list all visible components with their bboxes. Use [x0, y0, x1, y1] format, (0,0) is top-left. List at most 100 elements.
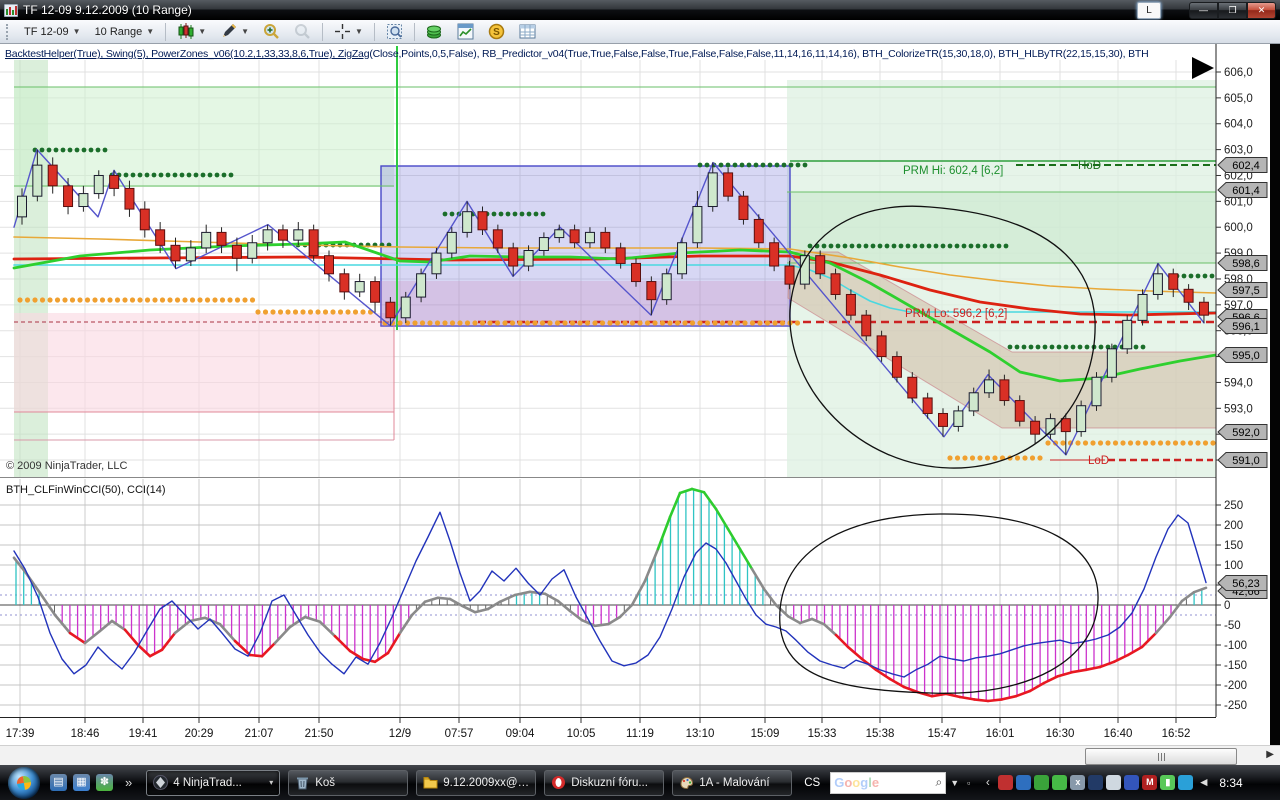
antivirus-icon[interactable] [998, 775, 1013, 790]
support-dots [712, 320, 717, 325]
support-dots [555, 320, 560, 325]
new-chart-button[interactable] [450, 20, 481, 43]
support-dots [205, 297, 210, 302]
support-dots [1120, 440, 1125, 445]
search-icon[interactable]: ⌕ [935, 775, 942, 790]
window-switcher-icon[interactable]: ▦ [73, 774, 90, 791]
resistance-dots [990, 244, 995, 249]
chart-text: -50 [1224, 620, 1241, 632]
chart-text: 07:57 [445, 728, 474, 740]
resistance-dots [726, 163, 731, 168]
account-button[interactable] [419, 20, 450, 43]
resistance-dots [103, 148, 108, 153]
support-dots [197, 297, 202, 302]
chart-text: 15:38 [866, 728, 895, 740]
language-indicator[interactable]: CS [804, 777, 820, 789]
windows-flag-icon [16, 775, 32, 791]
support-dots [1195, 440, 1200, 445]
candle [371, 282, 380, 303]
icq-icon[interactable]: ✽ [96, 774, 113, 791]
resistance-dots [1099, 345, 1104, 350]
close-button[interactable]: ✕ [1247, 2, 1276, 19]
taskbar-button-ninjatrader[interactable]: 4 NinjaTrad...▾ [146, 770, 280, 796]
candle [355, 282, 364, 292]
google-search-box[interactable]: Google ⌕ [830, 772, 946, 794]
zoom-out-button[interactable] [287, 20, 318, 43]
candle [1015, 401, 1024, 422]
mail-icon[interactable] [1124, 775, 1139, 790]
taskbar-button-recycle-bin[interactable]: Koš [288, 770, 408, 796]
drawing-tools-button[interactable]: ▼ [213, 20, 256, 43]
taskbar-button-paint[interactable]: 1A - Malování [672, 770, 792, 796]
language-button[interactable]: L [1137, 2, 1161, 19]
support-dots [235, 297, 240, 302]
resistance-dots [768, 163, 773, 168]
candle [1061, 419, 1070, 432]
globe-icon[interactable] [1088, 775, 1103, 790]
support-dots [70, 297, 75, 302]
support-dots [622, 320, 627, 325]
minimize-button[interactable]: — [1189, 2, 1218, 19]
scrollbar-thumb[interactable] [1085, 748, 1237, 765]
market-analyzer-button[interactable]: S [481, 20, 512, 43]
candle [846, 294, 855, 315]
hide-icons-chevron[interactable]: ‹ [980, 775, 995, 790]
toolbar-expand-chevron[interactable]: » [125, 775, 132, 790]
updater-icon[interactable] [1034, 775, 1049, 790]
support-dots [457, 320, 462, 325]
show-desktop-icon[interactable]: ▤ [50, 774, 67, 791]
candle [232, 245, 241, 258]
candle [908, 377, 917, 398]
chart-text: 15:47 [928, 728, 957, 740]
scrollbar-right-arrow[interactable]: ▶ [1266, 749, 1274, 760]
x-app-icon[interactable]: x [1070, 775, 1085, 790]
support-dots [600, 320, 605, 325]
period-selector[interactable]: 10 Range▼ [88, 23, 162, 41]
chart-panel[interactable]: PRM Hi: 602,4 [6,2]HoDPRM Lo: 596,2 [6,2… [0, 44, 1280, 745]
data-grid-button[interactable] [512, 20, 543, 43]
toolbar-grip[interactable] [6, 24, 13, 40]
search-options-icon[interactable]: ▫ [967, 778, 970, 788]
m-app-icon[interactable]: M [1142, 775, 1157, 790]
messenger-icon[interactable] [1052, 775, 1067, 790]
support-dots [1083, 440, 1088, 445]
network-icon[interactable] [1178, 775, 1193, 790]
taskbar-button-label: Diskuzní fóru... [571, 777, 657, 789]
display-icon[interactable] [1106, 775, 1121, 790]
chart-style-button[interactable]: ▼ [170, 20, 213, 43]
resistance-dots [131, 173, 136, 178]
resistance-dots [1134, 345, 1139, 350]
support-dots [992, 455, 997, 460]
restore-button[interactable]: ❐ [1218, 2, 1247, 19]
start-button[interactable] [8, 767, 40, 799]
title-bar[interactable]: TF 12-09 9.12.2009 (10 Range) L — ❐ ✕ [0, 0, 1280, 20]
region-zoom-button[interactable] [379, 20, 410, 43]
support-dots [100, 297, 105, 302]
app-icon [4, 4, 18, 17]
horizontal-scrollbar[interactable]: ▶ [0, 745, 1280, 765]
candle [186, 248, 195, 261]
battery-icon[interactable]: ▮ [1160, 775, 1175, 790]
cci50-line [595, 624, 608, 626]
resistance-dots [47, 148, 52, 153]
support-dots [705, 320, 710, 325]
chart-svg[interactable]: PRM Hi: 602,4 [6,2]HoDPRM Lo: 596,2 [6,2… [0, 44, 1280, 745]
candle [555, 230, 564, 238]
taskbar-button-opera[interactable]: Diskuzní fóru... [544, 770, 664, 796]
time-axis-area [0, 718, 1216, 745]
support-dots [607, 320, 612, 325]
search-dropdown-arrow[interactable]: ▼ [950, 778, 959, 788]
zoom-in-button[interactable] [256, 20, 287, 43]
volume-icon[interactable]: ◄ [1196, 775, 1211, 790]
browser-icon[interactable] [1016, 775, 1031, 790]
instrument-selector[interactable]: TF 12-09▼ [17, 23, 88, 41]
candle [923, 398, 932, 414]
resistance-dots [75, 148, 80, 153]
taskbar-button-folder[interactable]: 9.12.2009xx@2... [416, 770, 536, 796]
support-dots [502, 320, 507, 325]
support-dots [308, 309, 313, 314]
resistance-dots [1078, 345, 1083, 350]
resistance-dots [836, 244, 841, 249]
crosshair-button[interactable]: ▼ [327, 20, 370, 43]
support-dots [1210, 440, 1215, 445]
